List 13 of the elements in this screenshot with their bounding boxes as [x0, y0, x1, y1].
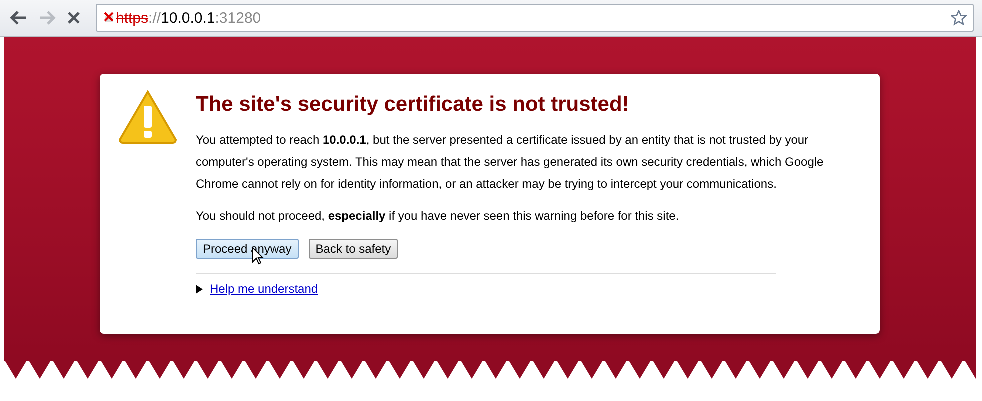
url-scheme: https: [116, 10, 149, 26]
bookmark-star-icon[interactable]: [951, 10, 967, 26]
back-button[interactable]: Back to safety: [308, 239, 398, 259]
disclosure-triangle-icon[interactable]: [196, 284, 203, 294]
address-bar[interactable]: https://10.0.0.1:31280: [96, 4, 974, 32]
warning-text: You attempted to reach 10.0.0.1, but the server presented a certificate issued by an entity that is not trusted by your computer's operating system. This may mean that the server has generated its own security credentials, which Google Chrome cannot rely on for identity information, or an attacker may be trying to intercept your communications.: [196, 132, 825, 193]
url-host: 10.0.0.1: [161, 10, 216, 26]
help-link[interactable]: Help me understand: [210, 282, 318, 296]
warning-text: You should not proceed, especially if you have never seen this warning before for this site.: [196, 208, 680, 225]
warning-icon: [118, 90, 178, 144]
warning-title: The site's security certificate is not trusted!: [196, 93, 630, 117]
url-port: :31280: [215, 10, 262, 26]
url-separator: ://: [148, 10, 162, 26]
